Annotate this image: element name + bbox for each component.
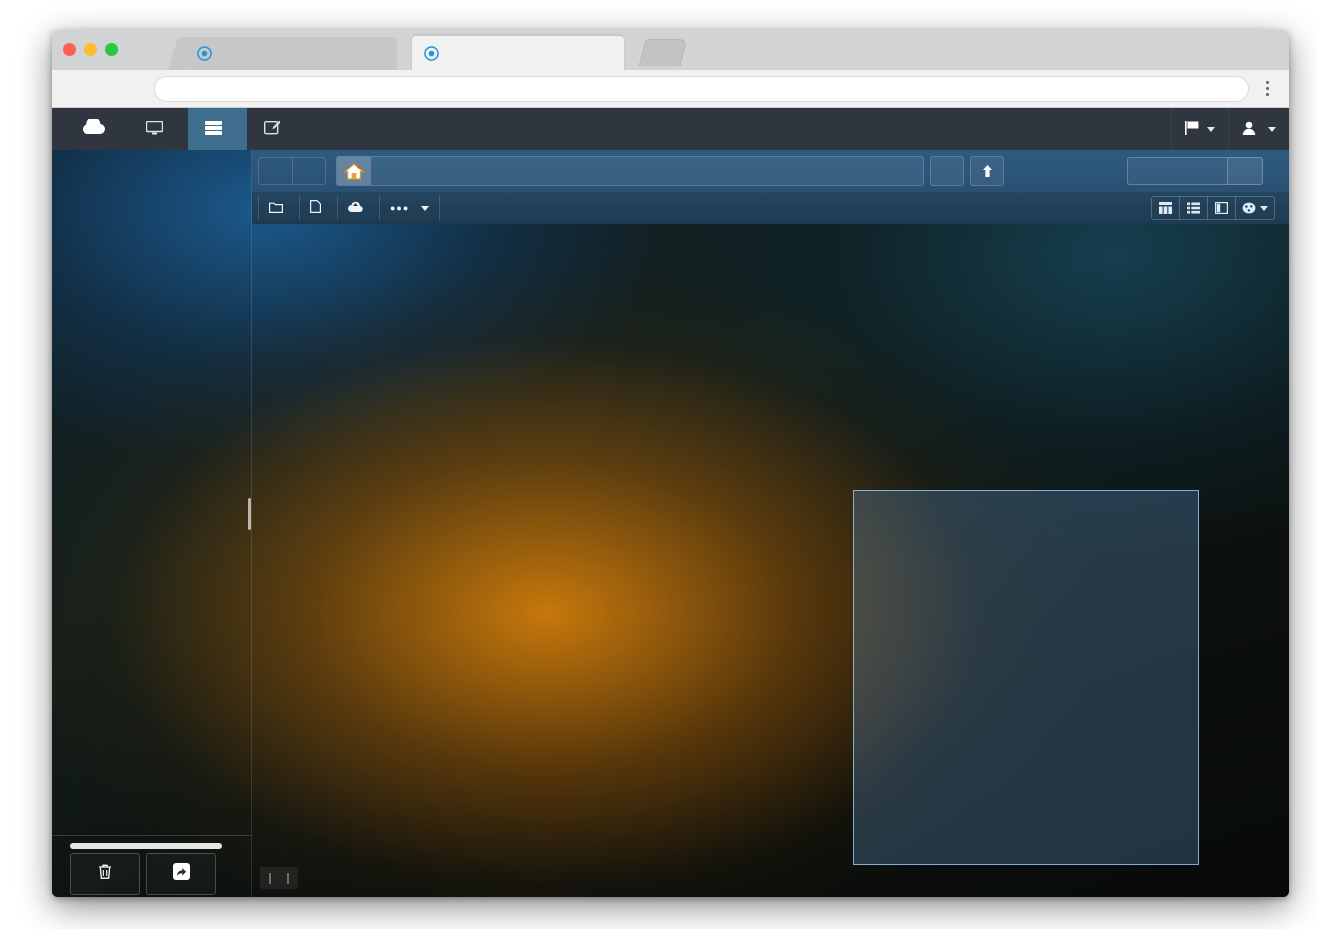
breadcrumb: [336, 156, 924, 186]
more-button[interactable]: ●●●: [380, 196, 440, 220]
sidebar-footer: [52, 835, 252, 897]
file-list-area[interactable]: [252, 224, 1289, 897]
window-controls: [63, 43, 118, 56]
flag-icon: [1185, 121, 1201, 138]
chevron-down-icon: [1207, 127, 1215, 132]
new-folder-button[interactable]: [258, 196, 300, 220]
upload-cloud-icon: [348, 201, 363, 216]
user-menu[interactable]: [1228, 108, 1289, 150]
search-button[interactable]: [1227, 157, 1263, 185]
kodexplorer-favicon: [424, 46, 439, 61]
screenshot-root: ●●●: [0, 0, 1317, 929]
chevron-down-icon: [421, 206, 429, 211]
status-bar: [260, 867, 298, 889]
main-pane: ●●●: [252, 150, 1289, 897]
nav-item-desktop[interactable]: [129, 108, 188, 150]
path-bar: [252, 150, 1289, 192]
folder-plus-icon: [269, 201, 283, 216]
theme-icon[interactable]: [1235, 196, 1275, 220]
maximize-window-button[interactable]: [105, 43, 118, 56]
kodexplorer-favicon: [197, 46, 212, 61]
recycle-button[interactable]: [70, 853, 140, 895]
cloud-icon: [80, 119, 106, 140]
upload-button[interactable]: [338, 196, 380, 220]
minimize-window-button[interactable]: [84, 43, 97, 56]
sidebar: [52, 150, 252, 897]
action-toolbar: ●●●: [252, 192, 1289, 224]
nav-item-adminer[interactable]: [305, 108, 339, 150]
sidebar-buttons: [70, 853, 243, 895]
sidebar-tree: [52, 150, 251, 160]
history-nav: [258, 157, 326, 185]
browser-tab-explorer[interactable]: [412, 36, 624, 70]
status-divider: [269, 873, 271, 884]
path-back-button[interactable]: [258, 157, 292, 185]
sidebar-scrollbar[interactable]: [248, 498, 251, 530]
toolbar-right: [1141, 196, 1275, 220]
browser-menu-button[interactable]: [1255, 81, 1279, 96]
forward-button[interactable]: [90, 75, 118, 103]
new-file-button[interactable]: [300, 196, 338, 220]
dots-icon: ●●●: [390, 203, 409, 213]
grid-view-icon[interactable]: [1151, 196, 1179, 220]
app-nav-right: [1171, 108, 1289, 150]
monitor-icon: [146, 121, 163, 138]
upload-path-button[interactable]: [970, 156, 1004, 186]
edit-icon: [264, 120, 280, 138]
storage-quota-bar: [70, 843, 222, 849]
browser-tab-desktop[interactable]: [185, 37, 397, 70]
list-view-icon[interactable]: [1179, 196, 1207, 220]
server-icon: [205, 121, 222, 138]
close-window-button[interactable]: [63, 43, 76, 56]
split-view-icon[interactable]: [1207, 196, 1235, 220]
nav-item-explorer[interactable]: [188, 108, 247, 150]
status-divider: [287, 873, 289, 884]
app-logo[interactable]: [52, 119, 129, 140]
trash-icon: [97, 863, 113, 883]
kodexplorer-app: ●●●: [52, 108, 1289, 897]
search-input[interactable]: [1127, 157, 1227, 185]
user-icon: [1242, 121, 1256, 138]
my-share-button[interactable]: [146, 853, 216, 895]
chevron-down-icon: [1260, 206, 1268, 211]
view-mode-group: [1151, 196, 1275, 220]
share-icon: [173, 863, 190, 883]
chevron-down-icon: [1268, 127, 1276, 132]
home-icon[interactable]: [337, 157, 371, 185]
reload-button[interactable]: [118, 75, 146, 103]
browser-toolbar: [52, 70, 1289, 108]
nav-item-editor[interactable]: [247, 108, 305, 150]
selection-marquee: [853, 490, 1199, 865]
app-top-nav: [52, 108, 1289, 150]
search-box: [1127, 157, 1263, 185]
browser-tab-strip: [52, 30, 1289, 70]
new-tab-button[interactable]: [639, 39, 688, 66]
language-menu[interactable]: [1171, 108, 1228, 150]
address-bar[interactable]: [154, 76, 1249, 102]
back-button[interactable]: [62, 75, 90, 103]
app-body: ●●●: [52, 150, 1289, 897]
file-icon: [310, 200, 321, 216]
path-forward-button[interactable]: [292, 157, 326, 185]
browser-window: ●●●: [52, 30, 1289, 897]
favorite-button[interactable]: [930, 156, 964, 186]
